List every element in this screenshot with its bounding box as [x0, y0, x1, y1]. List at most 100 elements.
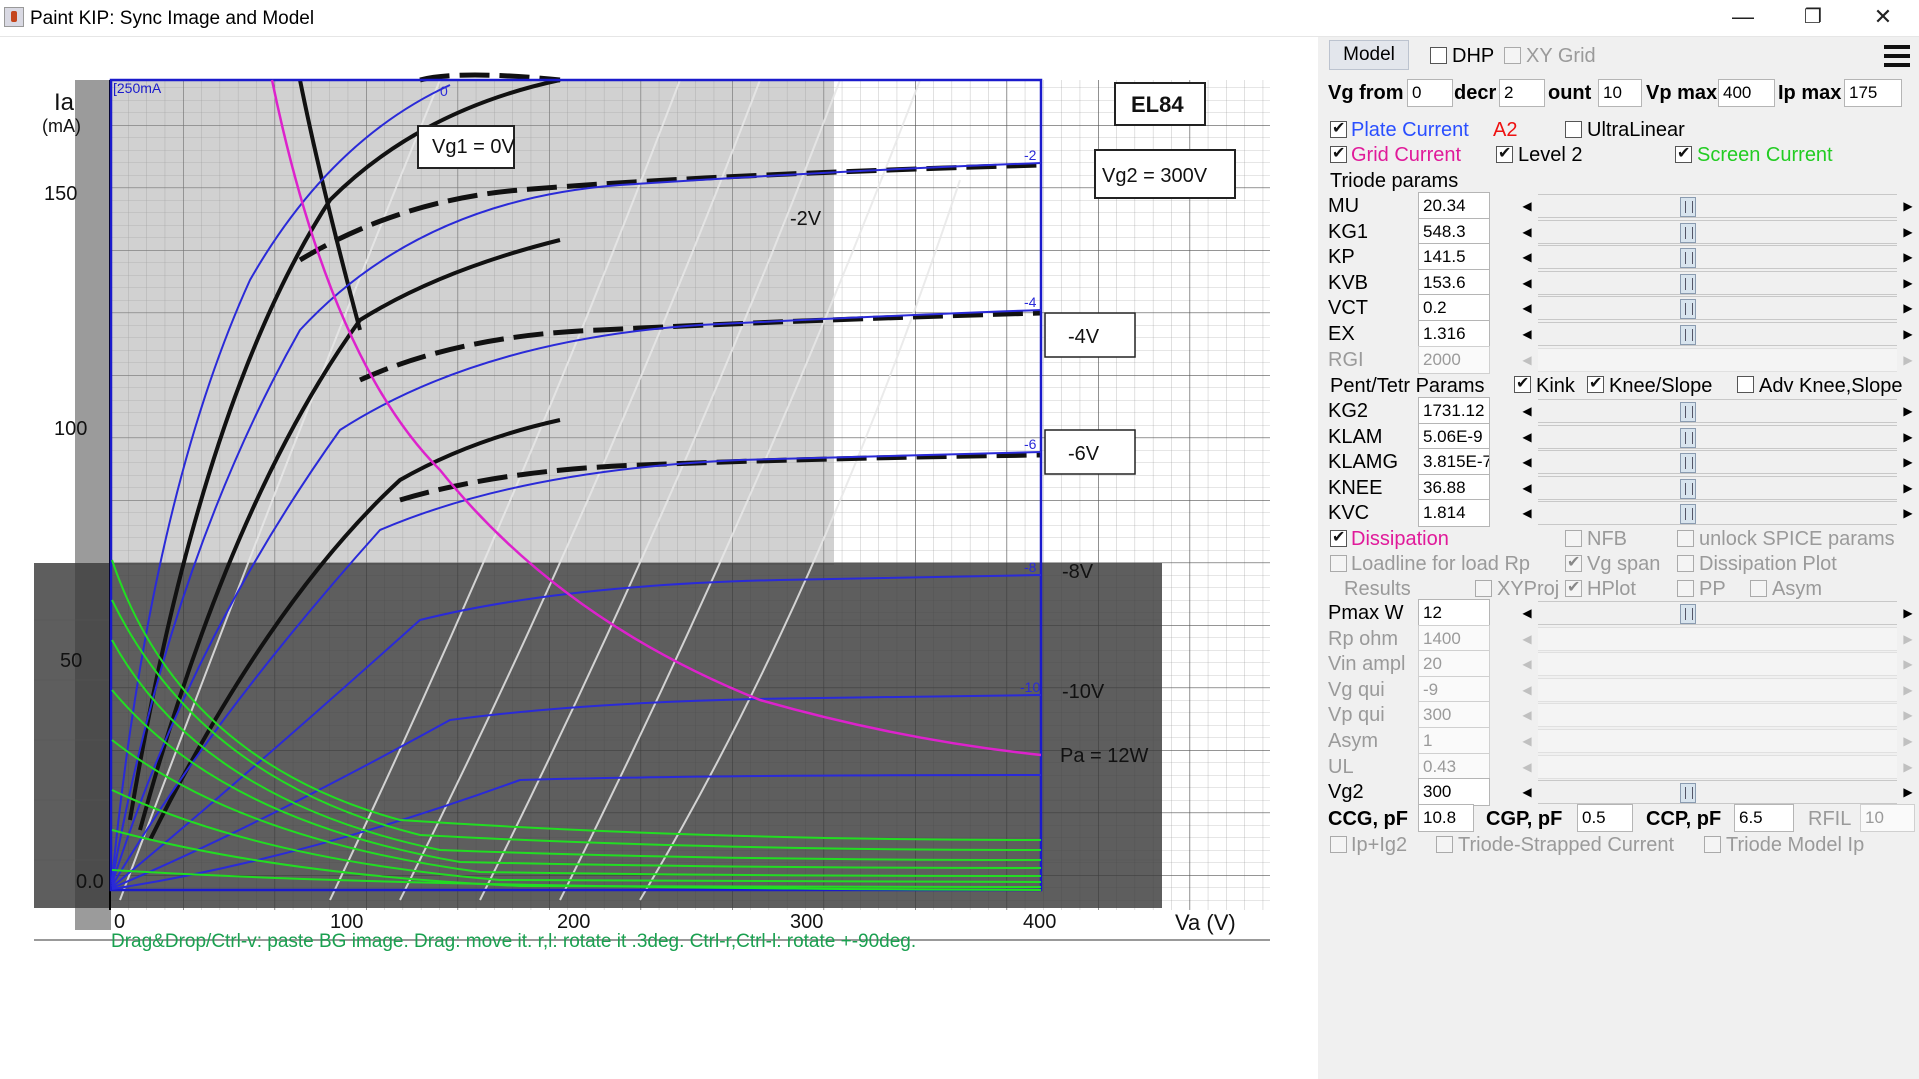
ccg-input[interactable]: 10.8 [1418, 804, 1474, 832]
scroll-right-arrow-icon[interactable]: ▶ [1897, 245, 1919, 270]
minimize-button[interactable]: — [1710, 0, 1776, 34]
param-slider-pmax-w[interactable]: ◀ ▶ [1516, 601, 1919, 625]
slider-track[interactable] [1538, 450, 1897, 475]
slider-thumb[interactable] [1680, 248, 1696, 269]
scroll-right-arrow-icon[interactable]: ▶ [1897, 652, 1919, 677]
param-input-vct[interactable]: 0.2 [1418, 294, 1490, 323]
param-slider-knee[interactable]: ◀ ▶ [1516, 475, 1919, 500]
xyproj-checkbox[interactable] [1475, 580, 1492, 597]
slider-track[interactable] [1538, 626, 1897, 651]
scroll-left-arrow-icon[interactable]: ◀ [1516, 652, 1538, 677]
slider-thumb[interactable] [1680, 504, 1696, 525]
triode-strapped-checkbox[interactable] [1436, 836, 1453, 853]
slider-thumb[interactable] [1680, 427, 1696, 448]
scroll-left-arrow-icon[interactable]: ◀ [1516, 399, 1538, 423]
param-input-kg1[interactable]: 548.3 [1418, 217, 1490, 246]
dissipation-plot-checkbox[interactable] [1677, 555, 1694, 572]
param-slider-vg-qui[interactable]: ◀ ▶ [1516, 677, 1919, 702]
param-input-asym[interactable]: 1 [1418, 727, 1490, 755]
level2-checkbox[interactable] [1496, 143, 1513, 163]
slider-track[interactable] [1538, 399, 1897, 423]
scroll-left-arrow-icon[interactable]: ◀ [1516, 780, 1538, 805]
decr-input[interactable]: 2 [1499, 79, 1545, 107]
xy-grid-checkbox[interactable] [1504, 47, 1521, 64]
ipig2-checkbox[interactable] [1330, 836, 1347, 853]
scroll-right-arrow-icon[interactable]: ▶ [1897, 347, 1919, 372]
scroll-right-arrow-icon[interactable]: ▶ [1897, 450, 1919, 475]
param-input-ex[interactable]: 1.316 [1418, 320, 1490, 348]
slider-thumb[interactable] [1680, 222, 1696, 243]
scroll-left-arrow-icon[interactable]: ◀ [1516, 322, 1538, 346]
scroll-right-arrow-icon[interactable]: ▶ [1897, 626, 1919, 651]
slider-track[interactable] [1538, 501, 1897, 526]
scroll-right-arrow-icon[interactable]: ▶ [1897, 424, 1919, 449]
param-slider-vg2[interactable]: ◀ ▶ [1516, 780, 1919, 805]
nfb-checkbox[interactable] [1565, 530, 1582, 547]
scroll-left-arrow-icon[interactable]: ◀ [1516, 219, 1538, 244]
slider-track[interactable] [1538, 729, 1897, 753]
scroll-left-arrow-icon[interactable]: ◀ [1516, 194, 1538, 218]
scroll-right-arrow-icon[interactable]: ▶ [1897, 703, 1919, 728]
grid-current-checkbox[interactable] [1330, 143, 1347, 163]
scroll-left-arrow-icon[interactable]: ◀ [1516, 626, 1538, 651]
scroll-left-arrow-icon[interactable]: ◀ [1516, 450, 1538, 475]
slider-track[interactable] [1538, 652, 1897, 677]
scroll-left-arrow-icon[interactable]: ◀ [1516, 703, 1538, 728]
slider-thumb[interactable] [1680, 197, 1696, 217]
dhp-checkbox[interactable] [1430, 47, 1447, 64]
kink-checkbox[interactable] [1514, 373, 1531, 393]
scroll-right-arrow-icon[interactable]: ▶ [1897, 219, 1919, 244]
model-button[interactable]: Model [1329, 40, 1409, 70]
param-slider-vin-ampl[interactable]: ◀ ▶ [1516, 652, 1919, 677]
adv-knee-checkbox[interactable] [1737, 376, 1754, 393]
param-slider-kvb[interactable]: ◀ ▶ [1516, 270, 1919, 295]
scroll-left-arrow-icon[interactable]: ◀ [1516, 729, 1538, 753]
ip-max-input[interactable]: 175 [1844, 79, 1902, 107]
slider-track[interactable] [1538, 780, 1897, 805]
scroll-right-arrow-icon[interactable]: ▶ [1897, 754, 1919, 779]
slider-thumb[interactable] [1680, 402, 1696, 422]
loadline-checkbox[interactable] [1330, 555, 1347, 572]
triode-model-ip-checkbox[interactable] [1704, 836, 1721, 853]
param-slider-kp[interactable]: ◀ ▶ [1516, 245, 1919, 270]
unlock-spice-checkbox[interactable] [1677, 530, 1694, 547]
scroll-left-arrow-icon[interactable]: ◀ [1516, 424, 1538, 449]
param-input-pmax-w[interactable]: 12 [1418, 599, 1490, 627]
param-slider-vp-qui[interactable]: ◀ ▶ [1516, 703, 1919, 728]
slider-track[interactable] [1538, 703, 1897, 728]
slider-thumb[interactable] [1680, 604, 1696, 624]
screen-current-checkbox[interactable] [1675, 143, 1692, 163]
slider-thumb[interactable] [1680, 273, 1696, 294]
slider-thumb[interactable] [1680, 478, 1696, 499]
close-button[interactable]: ✕ [1850, 0, 1916, 34]
menu-icon[interactable] [1884, 45, 1910, 67]
scroll-right-arrow-icon[interactable]: ▶ [1897, 729, 1919, 753]
scroll-left-arrow-icon[interactable]: ◀ [1516, 677, 1538, 702]
param-input-klam[interactable]: 5.06E-9 [1418, 422, 1490, 451]
vg-span-checkbox[interactable] [1565, 552, 1582, 572]
param-input-vg2[interactable]: 300 [1418, 778, 1490, 807]
slider-thumb[interactable] [1680, 299, 1696, 320]
param-input-kvc[interactable]: 1.814 [1418, 499, 1490, 528]
plot-canvas[interactable]: EL84 Vg2 = 300V Vg1 = 0V Ia (mA) Va (V) … [0, 37, 1318, 1079]
dissipation-checkbox[interactable] [1330, 527, 1347, 547]
asym-checkbox[interactable] [1750, 580, 1767, 597]
knee-slope-checkbox[interactable] [1587, 373, 1604, 393]
scroll-left-arrow-icon[interactable]: ◀ [1516, 270, 1538, 295]
param-input-kp[interactable]: 141.5 [1418, 243, 1490, 272]
vp-max-input[interactable]: 400 [1718, 79, 1775, 107]
slider-thumb[interactable] [1680, 783, 1696, 804]
slider-track[interactable] [1538, 219, 1897, 244]
scroll-right-arrow-icon[interactable]: ▶ [1897, 399, 1919, 423]
rfil-input[interactable]: 10 [1860, 804, 1915, 832]
param-slider-vct[interactable]: ◀ ▶ [1516, 296, 1919, 321]
hplot-checkbox[interactable] [1565, 577, 1582, 597]
param-input-vp-qui[interactable]: 300 [1418, 701, 1490, 730]
param-slider-kvc[interactable]: ◀ ▶ [1516, 501, 1919, 526]
slider-track[interactable] [1538, 601, 1897, 625]
scroll-right-arrow-icon[interactable]: ▶ [1897, 322, 1919, 346]
pp-checkbox[interactable] [1677, 580, 1694, 597]
param-input-klamg[interactable]: 3.815E-7 [1418, 448, 1490, 477]
slider-thumb[interactable] [1680, 325, 1696, 345]
param-input-rp-ohm[interactable]: 1400 [1418, 624, 1490, 653]
